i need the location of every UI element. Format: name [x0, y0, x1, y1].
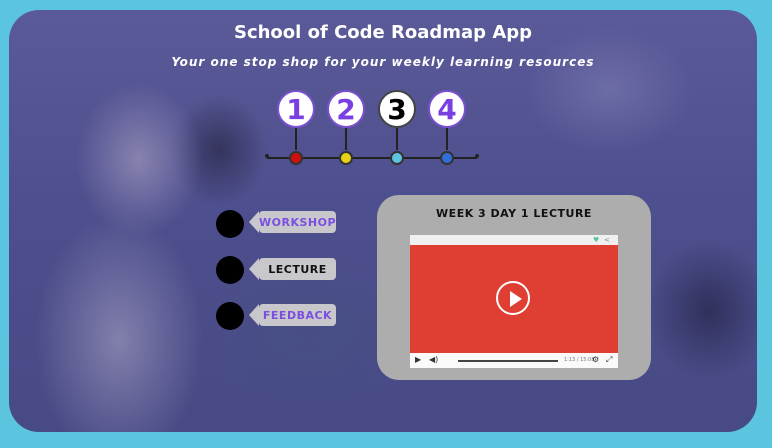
week-2-stem	[345, 128, 347, 150]
lecture-button[interactable]: LECTURE	[249, 258, 336, 280]
lecture-video-card: WEEK 3 DAY 1 LECTURE ♥ < ▶ ◀) 1:13 / 15:…	[377, 195, 651, 380]
workshop-bullet	[216, 210, 244, 238]
seek-bar[interactable]	[458, 360, 558, 362]
gear-icon[interactable]: ⚙	[592, 355, 599, 364]
workshop-button[interactable]: WORKSHOP	[249, 211, 336, 233]
week-2-button[interactable]: 2	[327, 90, 365, 128]
app-frame: School of Code Roadmap App Your one stop…	[9, 10, 757, 432]
lecture-bullet	[216, 256, 244, 284]
week-1-button[interactable]: 1	[277, 90, 315, 128]
week-4-marker	[440, 151, 454, 165]
share-icon[interactable]: <	[604, 236, 610, 244]
video-player[interactable]: ♥ < ▶ ◀) 1:13 / 15:08 ⚙ ⤢	[410, 235, 618, 368]
volume-icon[interactable]: ◀)	[429, 355, 438, 364]
feedback-bullet	[216, 302, 244, 330]
week-4-button[interactable]: 4	[428, 90, 466, 128]
video-title: WEEK 3 DAY 1 LECTURE	[436, 207, 592, 220]
week-1-marker	[289, 151, 303, 165]
timeline-end-dot	[475, 154, 479, 158]
feedback-button[interactable]: FEEDBACK	[249, 304, 336, 326]
timeline-start-dot	[265, 154, 269, 158]
fullscreen-icon[interactable]: ⤢	[606, 355, 612, 365]
week-4-stem	[446, 128, 448, 150]
heart-icon[interactable]: ♥	[593, 236, 599, 244]
week-3-stem	[396, 128, 398, 150]
page-title: School of Code Roadmap App	[233, 22, 533, 43]
play-icon[interactable]	[496, 281, 530, 315]
week-1-stem	[295, 128, 297, 150]
video-screen[interactable]	[410, 245, 618, 353]
time-readout: 1:13 / 15:08	[564, 357, 595, 363]
week-2-marker	[339, 151, 353, 165]
week-3-button[interactable]: 3	[378, 90, 416, 128]
week-3-marker	[390, 151, 404, 165]
play-pause-icon[interactable]: ▶	[415, 355, 421, 364]
player-controls: ▶ ◀) 1:13 / 15:08 ⚙ ⤢	[410, 353, 618, 368]
page-subtitle: Your one stop shop for your weekly learn…	[171, 55, 595, 69]
player-top-bar: ♥ <	[410, 235, 618, 245]
